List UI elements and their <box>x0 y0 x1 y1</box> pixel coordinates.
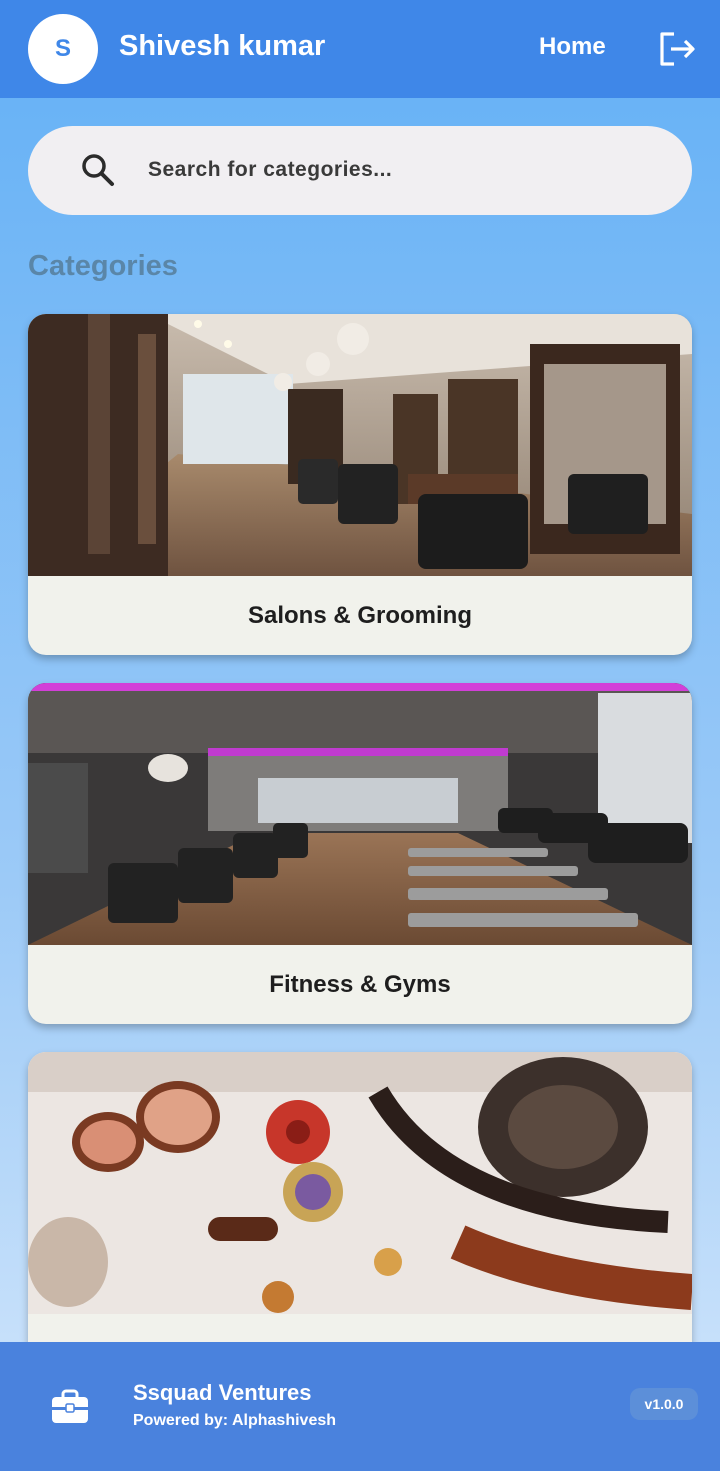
logout-icon <box>660 32 695 66</box>
category-label: Fitness & Gyms <box>269 970 451 998</box>
salon-interior-photo <box>28 314 692 576</box>
gym-interior-photo <box>28 683 692 945</box>
avatar[interactable]: S <box>28 14 98 84</box>
search-input[interactable] <box>148 150 668 190</box>
fashion-accessories-photo <box>28 1052 692 1314</box>
company-name: Ssquad Ventures <box>133 1380 312 1405</box>
category-card-fitness[interactable]: Fitness & Gyms <box>28 683 692 1024</box>
briefcase-icon <box>52 1389 88 1423</box>
powered-by-text: Powered by: Alphashivesh <box>133 1412 337 1429</box>
search-bar[interactable] <box>28 126 692 215</box>
category-label: Salons & Grooming <box>247 601 472 629</box>
home-link[interactable]: Home <box>539 33 606 61</box>
version-badge: v1.0.0 <box>630 1388 698 1420</box>
logout-button[interactable] <box>656 28 698 70</box>
category-card-salons[interactable]: Salons & Grooming <box>28 314 692 655</box>
app-header: S Shivesh kumar Home <box>0 0 720 98</box>
section-title: Categories <box>28 250 178 282</box>
user-name: Shivesh kumar <box>119 30 326 62</box>
app-footer: Ssquad Ventures Powered by: Alphashivesh… <box>0 1342 720 1471</box>
search-icon <box>82 154 114 186</box>
